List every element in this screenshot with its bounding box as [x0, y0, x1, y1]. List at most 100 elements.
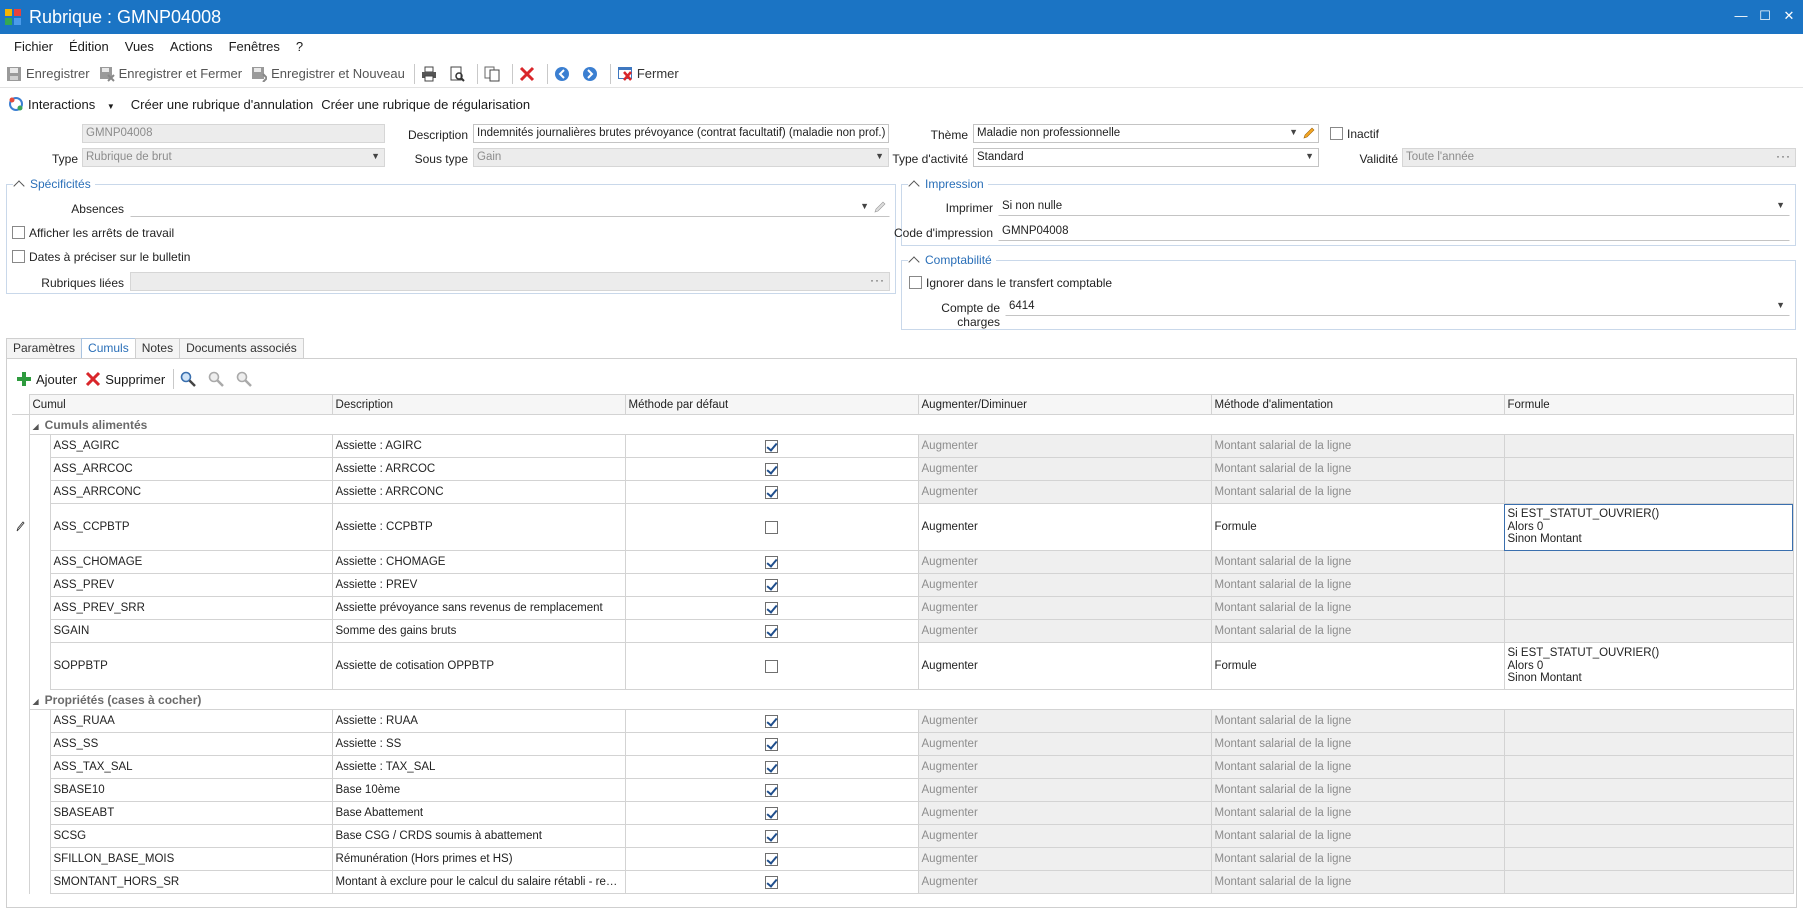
default-method-checkbox[interactable] — [765, 485, 779, 499]
cell-methode-defaut[interactable] — [624, 732, 919, 756]
cell-description[interactable]: Base Abattement — [331, 801, 626, 825]
menu-vues[interactable]: Vues — [117, 39, 162, 54]
cell-cumul[interactable]: ASS_PREV_SRR — [49, 596, 333, 620]
cell-formule[interactable] — [1503, 596, 1794, 620]
default-method-checkbox[interactable] — [765, 783, 779, 797]
cell-methode-defaut[interactable] — [624, 709, 919, 733]
cell-description[interactable]: Montant à exclure pour le calcul du sala… — [331, 870, 626, 894]
next-button[interactable] — [582, 66, 602, 82]
default-method-checkbox[interactable] — [765, 555, 779, 569]
cell-methode-alimentation[interactable]: Montant salarial de la ligne — [1210, 778, 1505, 802]
tab-cumuls[interactable]: Cumuls — [81, 338, 136, 358]
col-augmenter-diminuer[interactable]: Augmenter/Diminuer — [917, 394, 1212, 415]
afficher-arrets-checkbox[interactable] — [12, 226, 25, 239]
dates-preciser-checkbox[interactable] — [12, 250, 25, 263]
cell-augmenter-diminuer[interactable]: Augmenter — [917, 847, 1212, 871]
cell-augmenter-diminuer[interactable]: Augmenter — [917, 642, 1212, 690]
group-title[interactable]: ◢ Cumuls alimentés — [29, 414, 1794, 435]
cell-formule[interactable] — [1503, 778, 1794, 802]
expand-triangle-icon[interactable]: ◢ — [33, 422, 39, 431]
default-method-checkbox[interactable] — [765, 520, 779, 534]
search-next-button[interactable] — [236, 371, 256, 387]
cell-cumul[interactable]: SCSG — [49, 824, 333, 848]
cell-methode-alimentation[interactable]: Montant salarial de la ligne — [1210, 619, 1505, 643]
cell-augmenter-diminuer[interactable]: Augmenter — [917, 778, 1212, 802]
compte-charges-select[interactable]: 6414 ▼ — [1005, 297, 1790, 316]
cell-formule[interactable] — [1503, 573, 1794, 597]
expand-triangle-icon[interactable]: ◢ — [33, 697, 39, 706]
cell-methode-defaut[interactable] — [624, 801, 919, 825]
save-new-button[interactable]: Enregistrer et Nouveau — [251, 66, 405, 82]
description-field[interactable]: Indemnités journalières brutes prévoyanc… — [473, 124, 889, 143]
cell-description[interactable]: Assiette : ARRCONC — [331, 480, 626, 504]
group-row[interactable]: ◢ Propriétés (cases à cocher) — [12, 689, 1794, 710]
cell-formule[interactable] — [1503, 824, 1794, 848]
cell-cumul[interactable]: SBASEABT — [49, 801, 333, 825]
cell-cumul[interactable]: ASS_CHOMAGE — [49, 550, 333, 574]
group-row[interactable]: ◢ Cumuls alimentés — [12, 414, 1794, 435]
cell-methode-alimentation[interactable]: Montant salarial de la ligne — [1210, 434, 1505, 458]
delete-button[interactable] — [519, 66, 539, 82]
absences-select[interactable]: ▼ — [130, 198, 890, 217]
table-row[interactable]: ASS_RUAA Assiette : RUAA Augmenter Montant … — [12, 709, 1794, 733]
col-methode-alimentation[interactable]: Méthode d'alimentation — [1210, 394, 1505, 415]
comptabilite-title[interactable]: Comptabilité — [908, 253, 996, 268]
col-formule[interactable]: Formule — [1503, 394, 1794, 415]
close-icon[interactable]: ✕ — [1779, 6, 1799, 26]
cell-augmenter-diminuer[interactable]: Augmenter — [917, 801, 1212, 825]
close-button[interactable]: Fermer — [617, 66, 679, 82]
table-row[interactable]: ASS_ARRCOC Assiette : ARRCOC Augmenter Mont… — [12, 457, 1794, 481]
default-method-checkbox[interactable] — [765, 601, 779, 615]
cell-methode-defaut[interactable] — [624, 824, 919, 848]
cell-augmenter-diminuer[interactable]: Augmenter — [917, 573, 1212, 597]
maximize-icon[interactable]: ☐ — [1755, 6, 1775, 26]
cell-cumul[interactable]: SGAIN — [49, 619, 333, 643]
cell-methode-defaut[interactable] — [624, 778, 919, 802]
cell-formule[interactable] — [1503, 709, 1794, 733]
table-row[interactable]: ASS_CHOMAGE Assiette : CHOMAGE Augmenter Mo… — [12, 550, 1794, 574]
default-method-checkbox[interactable] — [765, 829, 779, 843]
cell-formule[interactable] — [1503, 847, 1794, 871]
cell-cumul[interactable]: ASS_SS — [49, 732, 333, 756]
table-row[interactable]: SCSG Base CSG / CRDS soumis à abattement A… — [12, 824, 1794, 848]
cell-augmenter-diminuer[interactable]: Augmenter — [917, 550, 1212, 574]
cell-methode-defaut[interactable] — [624, 550, 919, 574]
cell-augmenter-diminuer[interactable]: Augmenter — [917, 434, 1212, 458]
cell-methode-defaut[interactable] — [624, 870, 919, 894]
impression-title[interactable]: Impression — [908, 177, 988, 192]
create-cancel-rubrique-link[interactable]: Créer une rubrique d'annulation — [131, 97, 313, 112]
cell-methode-alimentation[interactable]: Montant salarial de la ligne — [1210, 801, 1505, 825]
cell-formule[interactable] — [1503, 732, 1794, 756]
table-row[interactable]: ASS_PREV_SRR Assiette prévoyance sans rev… — [12, 596, 1794, 620]
tab-notes[interactable]: Notes — [134, 338, 181, 358]
cell-formule[interactable] — [1503, 457, 1794, 481]
cell-methode-defaut[interactable] — [624, 480, 919, 504]
default-method-checkbox[interactable] — [765, 875, 779, 889]
default-method-checkbox[interactable] — [765, 439, 779, 453]
cell-methode-alimentation[interactable]: Montant salarial de la ligne — [1210, 847, 1505, 871]
default-method-checkbox[interactable] — [765, 462, 779, 476]
cell-description[interactable]: Assiette prévoyance sans revenus de remp… — [331, 596, 626, 620]
cell-description[interactable]: Assiette : CCPBTP — [331, 503, 626, 551]
default-method-checkbox[interactable] — [765, 714, 779, 728]
table-row[interactable]: ASS_TAX_SAL Assiette : TAX_SAL Augmenter Mo… — [12, 755, 1794, 779]
pencil-icon[interactable] — [874, 201, 886, 213]
interactions-menu[interactable]: Interactions ▼ — [28, 97, 123, 112]
cell-methode-defaut[interactable] — [624, 573, 919, 597]
cell-augmenter-diminuer[interactable]: Augmenter — [917, 503, 1212, 551]
table-row[interactable]: SFILLON_BASE_MOIS Rémunération (Hors prim… — [12, 847, 1794, 871]
cell-description[interactable]: Somme des gains bruts — [331, 619, 626, 643]
table-row[interactable]: SBASE10 Base 10ème Augmenter Montant salari… — [12, 778, 1794, 802]
default-method-checkbox[interactable] — [765, 737, 779, 751]
cell-formule[interactable]: Si EST_STATUT_OUVRIER() Alors 0 Sinon Mo… — [1503, 503, 1794, 551]
cell-augmenter-diminuer[interactable]: Augmenter — [917, 596, 1212, 620]
cell-description[interactable]: Base CSG / CRDS soumis à abattement — [331, 824, 626, 848]
cell-cumul[interactable]: SMONTANT_HORS_SR — [49, 870, 333, 894]
cell-cumul[interactable]: ASS_RUAA — [49, 709, 333, 733]
cell-methode-alimentation[interactable]: Montant salarial de la ligne — [1210, 480, 1505, 504]
search-prev-button[interactable] — [208, 371, 228, 387]
cell-cumul[interactable]: ASS_ARRCOC — [49, 457, 333, 481]
cell-cumul[interactable]: ASS_AGIRC — [49, 434, 333, 458]
cell-formule[interactable] — [1503, 550, 1794, 574]
cell-methode-defaut[interactable] — [624, 755, 919, 779]
